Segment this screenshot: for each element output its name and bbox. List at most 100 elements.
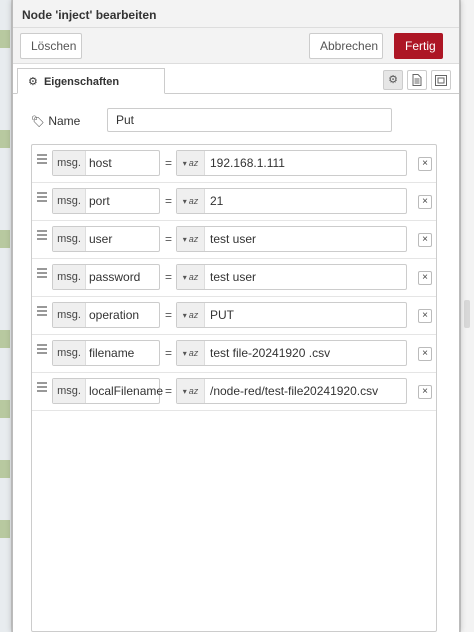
type-selector[interactable]: ▾ az	[177, 303, 205, 327]
chevron-down-icon: ▾	[182, 159, 187, 168]
string-type-icon: az	[188, 234, 199, 244]
remove-property-button[interactable]: ×	[418, 157, 432, 171]
msg-prefix-selector[interactable]: msg.	[53, 379, 86, 403]
property-value-field[interactable]: ▾ az 192.168.1.111	[176, 150, 407, 176]
property-row: msg. password = ▾ az test user ×	[32, 259, 436, 297]
property-key-field[interactable]: msg. password	[52, 264, 160, 290]
type-selector[interactable]: ▾ az	[177, 265, 205, 289]
name-label-text: Name	[48, 114, 81, 128]
canvas-node-fragment	[0, 330, 10, 348]
tray-title: Node 'inject' bearbeiten	[13, 0, 459, 28]
msg-prefix-selector[interactable]: msg.	[53, 341, 86, 365]
drag-handle-icon[interactable]	[37, 382, 47, 392]
msg-prefix-selector[interactable]: msg.	[53, 265, 86, 289]
property-key[interactable]: localFilename	[89, 379, 163, 403]
delete-button[interactable]: Löschen	[20, 33, 82, 59]
property-value[interactable]: /node-red/test-file20241920.csv	[210, 379, 378, 403]
sidebar-resize-handle[interactable]	[464, 300, 470, 328]
property-key-field[interactable]: msg. localFilename	[52, 378, 163, 404]
property-value-field[interactable]: ▾ az test user	[176, 226, 407, 252]
property-key-field[interactable]: msg. user	[52, 226, 160, 252]
close-icon: ×	[422, 158, 428, 169]
drag-handle-icon[interactable]	[37, 268, 47, 278]
property-value[interactable]: 192.168.1.111	[210, 151, 285, 175]
tab-description[interactable]	[407, 70, 427, 90]
tab-settings-gear[interactable]: ⚙	[383, 70, 403, 90]
property-value-field[interactable]: ▾ az 21	[176, 188, 407, 214]
chevron-down-icon: ▾	[182, 197, 187, 206]
gear-icon: ⚙	[28, 76, 38, 88]
drag-handle-icon[interactable]	[37, 192, 47, 202]
string-type-icon: az	[188, 310, 199, 320]
name-input[interactable]	[107, 108, 392, 132]
drag-handle-icon[interactable]	[37, 154, 47, 164]
remove-property-button[interactable]: ×	[418, 233, 432, 247]
property-key-field[interactable]: msg. filename	[52, 340, 160, 366]
remove-property-button[interactable]: ×	[418, 271, 432, 285]
equals-sign: =	[165, 194, 173, 208]
msg-prefix-selector[interactable]: msg.	[53, 189, 86, 213]
property-value-field[interactable]: ▾ az/node-red/test-file20241920.csv	[176, 378, 407, 404]
property-key-field[interactable]: msg. host	[52, 150, 160, 176]
remove-property-button[interactable]: ×	[418, 195, 432, 209]
canvas-node-fragment	[0, 130, 10, 148]
appearance-icon	[435, 75, 447, 86]
drag-handle-icon[interactable]	[37, 230, 47, 240]
msg-prefix-selector[interactable]: msg.	[53, 303, 86, 327]
type-selector[interactable]: ▾ az	[177, 341, 205, 365]
property-key[interactable]: operation	[89, 303, 139, 327]
property-key[interactable]: port	[89, 189, 110, 213]
chevron-down-icon: ▾	[182, 311, 187, 320]
canvas-node-fragment	[0, 520, 10, 538]
drag-handle-icon[interactable]	[37, 306, 47, 316]
string-type-icon: az	[188, 348, 199, 358]
type-selector[interactable]: ▾ az	[177, 227, 205, 251]
property-value[interactable]: test file-20241920 .csv	[210, 341, 330, 365]
property-key[interactable]: host	[89, 151, 112, 175]
cancel-button[interactable]: Abbrechen	[309, 33, 383, 59]
property-value[interactable]: test user	[210, 265, 256, 289]
string-type-icon: az	[188, 158, 199, 168]
remove-property-button[interactable]: ×	[418, 347, 432, 361]
property-row: msg. filename = ▾ az test file-20241920 .csv ×	[32, 335, 436, 373]
property-value-field[interactable]: ▾ az PUT	[176, 302, 407, 328]
gear-icon: ⚙	[388, 74, 398, 86]
chevron-down-icon: ▾	[182, 235, 187, 244]
tag-icon: 🏷	[31, 116, 45, 128]
chevron-down-icon: ▾	[182, 349, 187, 358]
property-list: msg. host = ▾ az 192.168.1.111 × msg. port = ▾ az 21…	[31, 144, 437, 632]
close-icon: ×	[422, 310, 428, 321]
type-selector[interactable]: ▾ az	[177, 189, 205, 213]
equals-sign: =	[165, 384, 173, 398]
tab-appearance[interactable]	[431, 70, 451, 90]
string-type-icon: az	[188, 272, 199, 282]
msg-prefix-selector[interactable]: msg.	[53, 151, 86, 175]
tab-properties[interactable]: ⚙ Eigenschaften	[17, 68, 165, 94]
msg-prefix-selector[interactable]: msg.	[53, 227, 86, 251]
property-key[interactable]: password	[89, 265, 140, 289]
property-row: msg. host = ▾ az 192.168.1.111 ×	[32, 145, 436, 183]
property-key[interactable]: user	[89, 227, 112, 251]
property-key-field[interactable]: msg. operation	[52, 302, 160, 328]
drag-handle-icon[interactable]	[37, 344, 47, 354]
type-selector[interactable]: ▾ az	[177, 379, 205, 403]
canvas-node-fragment	[0, 460, 10, 478]
property-value[interactable]: 21	[210, 189, 223, 213]
property-value-field[interactable]: ▾ az test file-20241920 .csv	[176, 340, 407, 366]
close-icon: ×	[422, 386, 428, 397]
done-button[interactable]: Fertig	[394, 33, 443, 59]
property-value-field[interactable]: ▾ az test user	[176, 264, 407, 290]
remove-property-button[interactable]: ×	[418, 309, 432, 323]
property-key-field[interactable]: msg. port	[52, 188, 160, 214]
property-row: msg. user = ▾ az test user ×	[32, 221, 436, 259]
sidebar-edge	[460, 0, 474, 632]
property-value[interactable]: PUT	[210, 303, 234, 327]
remove-property-button[interactable]: ×	[418, 385, 432, 399]
property-value[interactable]: test user	[210, 227, 256, 251]
tray-toolbar: Löschen Abbrechen Fertig	[13, 28, 459, 64]
type-selector[interactable]: ▾ az	[177, 151, 205, 175]
chevron-down-icon: ▾	[182, 273, 187, 282]
close-icon: ×	[422, 234, 428, 245]
canvas-node-fragment	[0, 30, 10, 48]
property-key[interactable]: filename	[89, 341, 134, 365]
